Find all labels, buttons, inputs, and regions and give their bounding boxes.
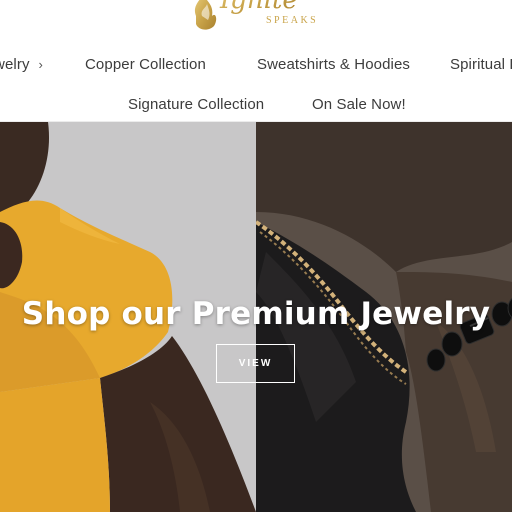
nav-item-signature-collection[interactable]: Signature Collection [128, 96, 264, 113]
nav-item-copper-collection[interactable]: Copper Collection [85, 56, 206, 73]
chevron-right-icon: › [38, 57, 43, 72]
nav-item-label: Spiritual B [450, 56, 512, 73]
nav-item-label: Sweatshirts & Hoodies [257, 56, 411, 73]
nav-item-jewelry[interactable]: Jewelry › [0, 56, 43, 73]
nav-item-label: On Sale Now! [312, 96, 406, 113]
logo-graphic: Ignite SPEAKS [195, 0, 318, 30]
nav-item-spiritual[interactable]: Spiritual B [450, 56, 512, 73]
hero-heading: Shop our Premium Jewelry [21, 296, 491, 332]
view-button[interactable]: VIEW [216, 344, 295, 383]
nav-item-label: Jewelry [0, 56, 30, 73]
nav-item-on-sale[interactable]: On Sale Now! [312, 96, 406, 113]
nav-item-label: Copper Collection [85, 56, 206, 73]
logo-script-text: Ignite [219, 0, 298, 15]
logo-sub-text: SPEAKS [266, 15, 318, 26]
brand-logo[interactable]: Ignite SPEAKS [186, 0, 336, 36]
hero-banner[interactable]: Shop our Premium Jewelry VIEW [0, 122, 512, 512]
nav-item-label: Signature Collection [128, 96, 265, 113]
site-header: Ignite SPEAKS [0, 0, 512, 44]
main-nav: Jewelry › Copper Collection Sweatshirts &… [0, 44, 512, 122]
nav-item-sweatshirts-hoodies[interactable]: Sweatshirts & Hoodies [257, 56, 410, 73]
